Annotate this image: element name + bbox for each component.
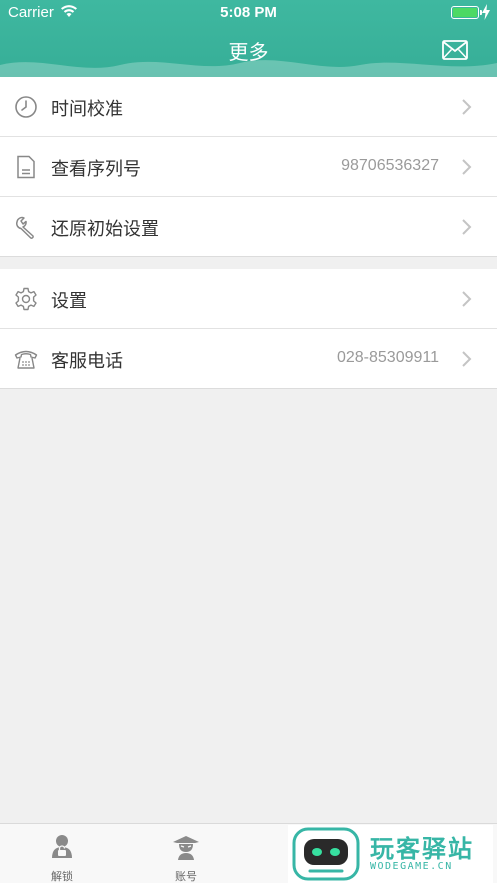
chevron-right-icon	[462, 219, 472, 235]
status-time: 5:08 PM	[220, 4, 277, 21]
unlock-icon	[52, 835, 72, 858]
header: Carrier 5:08 PM 更多	[0, 0, 497, 77]
watermark: 玩客驿站 WODEGAME.CN	[288, 825, 493, 883]
robot-logo-icon	[292, 827, 360, 881]
chevron-right-icon	[462, 291, 472, 307]
menu-item-factory-reset[interactable]: 还原初始设置	[0, 197, 497, 257]
menu-item-label: 客服电话	[51, 351, 123, 372]
page-title: 更多	[228, 40, 269, 64]
battery-icon	[451, 6, 482, 19]
status-bar: Carrier 5:08 PM	[0, 0, 497, 26]
watermark-title: 玩客驿站	[370, 835, 474, 863]
menu-item-label: 设置	[51, 291, 87, 312]
wrench-icon	[16, 216, 34, 239]
menu-group-main: 时间校准 查看序列号 98706536327 还原初始设置	[0, 77, 497, 257]
telephone-icon	[14, 350, 38, 369]
clock-icon	[15, 96, 37, 118]
watermark-subtitle: WODEGAME.CN	[370, 861, 453, 872]
mail-icon[interactable]	[442, 40, 468, 60]
chevron-right-icon	[462, 99, 472, 115]
menu-item-label: 时间校准	[51, 99, 123, 120]
account-icon	[173, 836, 199, 860]
menu-item-label: 还原初始设置	[51, 219, 159, 240]
gear-icon	[15, 287, 37, 311]
charging-bolt-icon	[482, 4, 490, 20]
menu-item-time-calibration[interactable]: 时间校准	[0, 77, 497, 137]
phone-number-value: 028-85309911	[336, 349, 439, 366]
menu-item-customer-service[interactable]: 客服电话 028-85309911	[0, 329, 497, 389]
tab-label: 解锁	[51, 870, 73, 883]
tab-account[interactable]: 账号	[124, 824, 248, 883]
menu-item-serial-number[interactable]: 查看序列号 98706536327	[0, 137, 497, 197]
tab-label: 账号	[175, 870, 197, 883]
menu-item-settings[interactable]: 设置	[0, 269, 497, 329]
chevron-right-icon	[462, 351, 472, 367]
serial-number-value: 98706536327	[341, 157, 439, 174]
tab-unlock[interactable]: 解锁	[0, 824, 124, 883]
document-icon	[17, 155, 35, 179]
menu-group-secondary: 设置 客服电话 028-85309911	[0, 269, 497, 389]
chevron-right-icon	[462, 159, 472, 175]
menu-item-label: 查看序列号	[51, 159, 141, 180]
